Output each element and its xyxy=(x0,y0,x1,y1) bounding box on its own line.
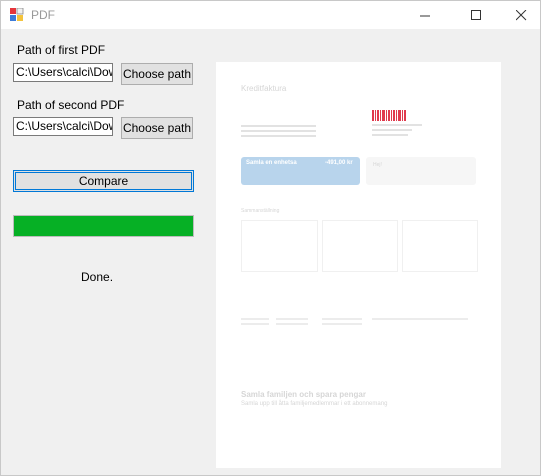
preview-line xyxy=(372,134,408,136)
preview-banner-title: Samla en enhetsa xyxy=(246,160,297,166)
preview-banner-amount: -491,00 kr xyxy=(325,160,353,166)
preview-line xyxy=(372,124,422,126)
preview-header: Kreditfaktura xyxy=(241,84,287,93)
preview-line xyxy=(276,318,308,320)
preview-promo-subtitle: Samla upp till åtta familjemedlemmar i e… xyxy=(241,401,388,407)
preview-side-card: Hej! xyxy=(366,157,476,185)
preview-summary-card xyxy=(402,220,478,272)
preview-line xyxy=(241,323,269,325)
barcode-icon xyxy=(372,110,408,121)
first-pdf-path-input[interactable]: C:\Users\calci\Dow xyxy=(13,63,113,82)
app-window: PDF Path of first PDF C:\Users\calci\Dow… xyxy=(0,0,541,476)
preview-line xyxy=(241,135,316,137)
preview-line xyxy=(372,318,468,320)
preview-line xyxy=(322,323,362,325)
window-title: PDF xyxy=(31,8,55,22)
minimize-icon xyxy=(419,15,430,16)
preview-line xyxy=(276,323,308,325)
title-bar[interactable]: PDF xyxy=(1,1,540,29)
preview-summary-card xyxy=(241,220,318,272)
progress-fill xyxy=(14,216,193,236)
preview-line xyxy=(241,318,269,320)
pdf-preview: Kreditfaktura Samla en enhetsa -491,00 k… xyxy=(216,62,501,468)
preview-line xyxy=(372,129,412,131)
preview-line xyxy=(241,130,316,132)
first-pdf-label: Path of first PDF xyxy=(17,43,106,57)
choose-second-path-button[interactable]: Choose path xyxy=(121,117,193,139)
choose-first-path-button[interactable]: Choose path xyxy=(121,63,193,85)
maximize-button[interactable] xyxy=(453,1,499,29)
preview-side-card-title: Hej! xyxy=(373,162,382,168)
close-button[interactable] xyxy=(498,1,541,29)
compare-button[interactable]: Compare xyxy=(13,170,194,192)
preview-banner: Samla en enhetsa -491,00 kr xyxy=(241,157,360,185)
preview-line xyxy=(241,125,316,127)
preview-section-title: Sammanställning xyxy=(241,208,280,214)
status-text: Done. xyxy=(81,270,114,284)
preview-promo-title: Samla familjen och spara pengar xyxy=(241,390,366,399)
second-pdf-label: Path of second PDF xyxy=(17,98,125,112)
app-icon xyxy=(10,8,24,21)
second-pdf-path-input[interactable]: C:\Users\calci\Dow xyxy=(13,117,113,136)
progress-bar xyxy=(13,215,194,237)
preview-line xyxy=(322,318,362,320)
minimize-button[interactable] xyxy=(402,1,448,29)
preview-summary-card xyxy=(322,220,398,272)
close-icon xyxy=(515,9,526,20)
maximize-icon xyxy=(470,9,481,20)
